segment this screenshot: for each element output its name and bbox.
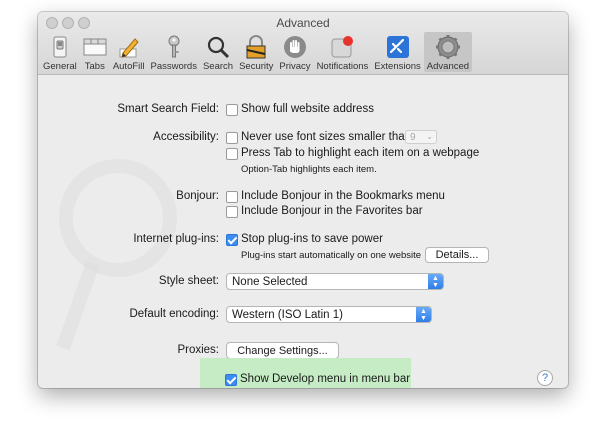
min-font-size-checkbox[interactable] <box>226 132 238 144</box>
magnifier-icon <box>206 35 230 59</box>
notification-icon <box>330 35 354 59</box>
encoding-select[interactable]: Western (ISO Latin 1) ▲ ▼ <box>226 306 432 323</box>
min-font-size-select[interactable]: 9 ⌄ <box>405 130 437 144</box>
tab-autofill[interactable]: AutoFill <box>110 32 148 72</box>
tab-passwords-label: Passwords <box>150 61 197 72</box>
show-full-address-text: Show full website address <box>241 103 374 115</box>
show-develop-menu-checkbox[interactable] <box>225 374 237 386</box>
proxies-label: Proxies: <box>177 344 219 356</box>
tab-security-label: Security <box>239 61 274 72</box>
tab-passwords[interactable]: Passwords <box>148 32 200 72</box>
tab-security[interactable]: Security <box>236 32 276 72</box>
tab-privacy-label: Privacy <box>279 61 311 72</box>
tab-notifications-label: Notifications <box>316 61 369 72</box>
min-font-size-text: Never use font sizes smaller than <box>241 131 412 143</box>
padlock-icon <box>245 35 267 59</box>
style-sheet-value: None Selected <box>232 275 308 288</box>
show-develop-menu-text: Show Develop menu in menu bar <box>240 373 411 385</box>
stop-plugins-text: Stop plug-ins to save power <box>241 233 383 245</box>
tab-advanced[interactable]: Advanced <box>423 32 473 72</box>
change-settings-button[interactable]: Change Settings... <box>226 342 339 359</box>
hand-icon <box>283 35 307 59</box>
advanced-pane: Smart Search Field: Show full website ad… <box>38 75 568 388</box>
switch-icon <box>51 35 69 59</box>
chevron-down-icon: ⌄ <box>426 132 433 141</box>
bonjour-bookmarks-checkbox[interactable] <box>226 191 238 203</box>
puzzle-icon <box>386 35 410 59</box>
bonjour-favorites-text: Include Bonjour in the Favorites bar <box>241 205 423 217</box>
tab-general-label: General <box>43 61 77 72</box>
tab-notifications[interactable]: Notifications <box>314 32 372 72</box>
tab-extensions-label: Extensions <box>374 61 421 72</box>
preferences-toolbar: General Tabs AutoFill Passwords Search S… <box>40 32 473 74</box>
pencil-icon <box>117 35 141 59</box>
accessibility-label: Accessibility: <box>153 131 219 143</box>
show-full-address-checkbox[interactable] <box>226 104 238 116</box>
style-sheet-label: Style sheet: <box>158 275 219 287</box>
help-button[interactable]: ? <box>537 370 553 386</box>
title-bar: Advanced General Tabs AutoFill Passwords… <box>38 12 568 75</box>
tab-search[interactable]: Search <box>200 32 236 72</box>
style-sheet-select[interactable]: None Selected ▲ ▼ <box>226 273 444 290</box>
key-icon <box>166 35 182 59</box>
updown-arrow-icon: ▲ ▼ <box>416 307 431 322</box>
smart-search-label: Smart Search Field: <box>117 103 219 115</box>
encoding-label: Default encoding: <box>129 308 219 320</box>
tab-highlight-text: Press Tab to highlight each item on a we… <box>241 147 480 159</box>
plugins-label: Internet plug-ins: <box>133 233 219 245</box>
tab-tabs[interactable]: Tabs <box>80 32 110 72</box>
tab-tabs-label: Tabs <box>84 61 105 72</box>
stop-plugins-checkbox[interactable] <box>226 234 238 246</box>
bonjour-label: Bonjour: <box>176 190 219 202</box>
encoding-value: Western (ISO Latin 1) <box>232 308 343 321</box>
tab-autofill-label: AutoFill <box>112 61 145 72</box>
tab-advanced-label: Advanced <box>426 61 470 72</box>
plugins-details-button[interactable]: Details... <box>425 247 489 263</box>
window-title: Advanced <box>276 16 330 30</box>
tab-search-label: Search <box>202 61 234 72</box>
bonjour-favorites-checkbox[interactable] <box>226 206 238 218</box>
tab-privacy[interactable]: Privacy <box>276 32 313 72</box>
preferences-window: Advanced General Tabs AutoFill Passwords… <box>38 12 568 388</box>
plugins-note: Plug-ins start automatically on one webs… <box>241 250 422 261</box>
bonjour-bookmarks-text: Include Bonjour in the Bookmarks menu <box>241 190 445 202</box>
min-font-size-value: 9 <box>410 131 416 143</box>
tab-highlight-checkbox[interactable] <box>226 148 238 160</box>
updown-arrow-icon: ▲ ▼ <box>428 274 443 289</box>
tab-extensions[interactable]: Extensions <box>371 32 423 72</box>
tabs-icon <box>83 35 107 59</box>
option-tab-note: Option-Tab highlights each item. <box>241 164 377 175</box>
tab-general[interactable]: General <box>40 32 80 72</box>
gear-icon <box>435 35 461 59</box>
